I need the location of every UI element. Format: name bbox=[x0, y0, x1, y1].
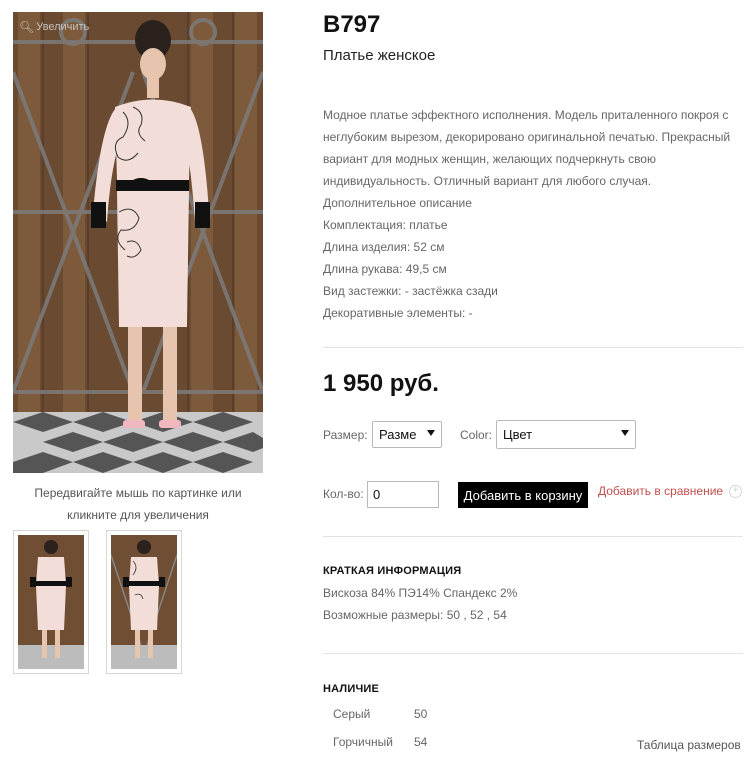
product-price: 1 950 руб. bbox=[323, 370, 439, 397]
stock-row-color: Горчичный bbox=[333, 735, 393, 749]
available-sizes-text: Возможные размеры: 50 , 52 , 54 bbox=[323, 608, 507, 622]
zoom-hint: 🔍︎ Увеличить bbox=[19, 20, 90, 34]
thumbnail-back[interactable] bbox=[13, 530, 89, 674]
divider bbox=[323, 347, 743, 348]
composition-text: Вискоза 84% ПЭ14% Спандекс 2% bbox=[323, 586, 518, 600]
divider bbox=[323, 536, 743, 537]
add-to-compare-link[interactable]: Добавить в сравнение + bbox=[598, 484, 743, 498]
divider bbox=[323, 653, 743, 654]
quantity-input[interactable]: 0 bbox=[367, 481, 439, 508]
image-caption: Передвигайте мышь по картинке или кликни… bbox=[34, 486, 242, 522]
availability-title: НАЛИЧИЕ bbox=[323, 683, 380, 695]
brief-info-title: КРАТКАЯ ИНФОРМАЦИЯ bbox=[323, 565, 462, 577]
thumbnail-front[interactable] bbox=[106, 530, 182, 674]
product-description: Модное платье эффектного исполнения. Мод… bbox=[323, 108, 731, 320]
size-label: Размер: bbox=[323, 428, 368, 442]
qty-label: Кол-во: bbox=[323, 487, 364, 501]
product-sku: B797 bbox=[323, 11, 381, 38]
main-product-image[interactable]: 🔍︎ Увеличить bbox=[13, 12, 263, 473]
product-subtitle: Платье женское bbox=[323, 47, 436, 64]
color-select[interactable]: Цвет bbox=[496, 420, 636, 449]
stock-row-size: 50 bbox=[414, 707, 428, 721]
stock-row-color: Серый bbox=[333, 707, 371, 721]
size-table-link[interactable]: Таблица размеров bbox=[637, 738, 741, 752]
magnifier-icon: 🔍︎ bbox=[19, 20, 35, 34]
chevron-down-icon bbox=[621, 430, 629, 436]
color-label: Color: bbox=[460, 428, 493, 442]
stock-row-size: 54 bbox=[414, 735, 428, 749]
size-select[interactable]: Разме bbox=[372, 421, 442, 448]
plus-circle-icon: + bbox=[729, 484, 743, 498]
add-to-cart-button[interactable]: Добавить в корзину bbox=[458, 482, 588, 508]
chevron-down-icon bbox=[427, 430, 435, 436]
